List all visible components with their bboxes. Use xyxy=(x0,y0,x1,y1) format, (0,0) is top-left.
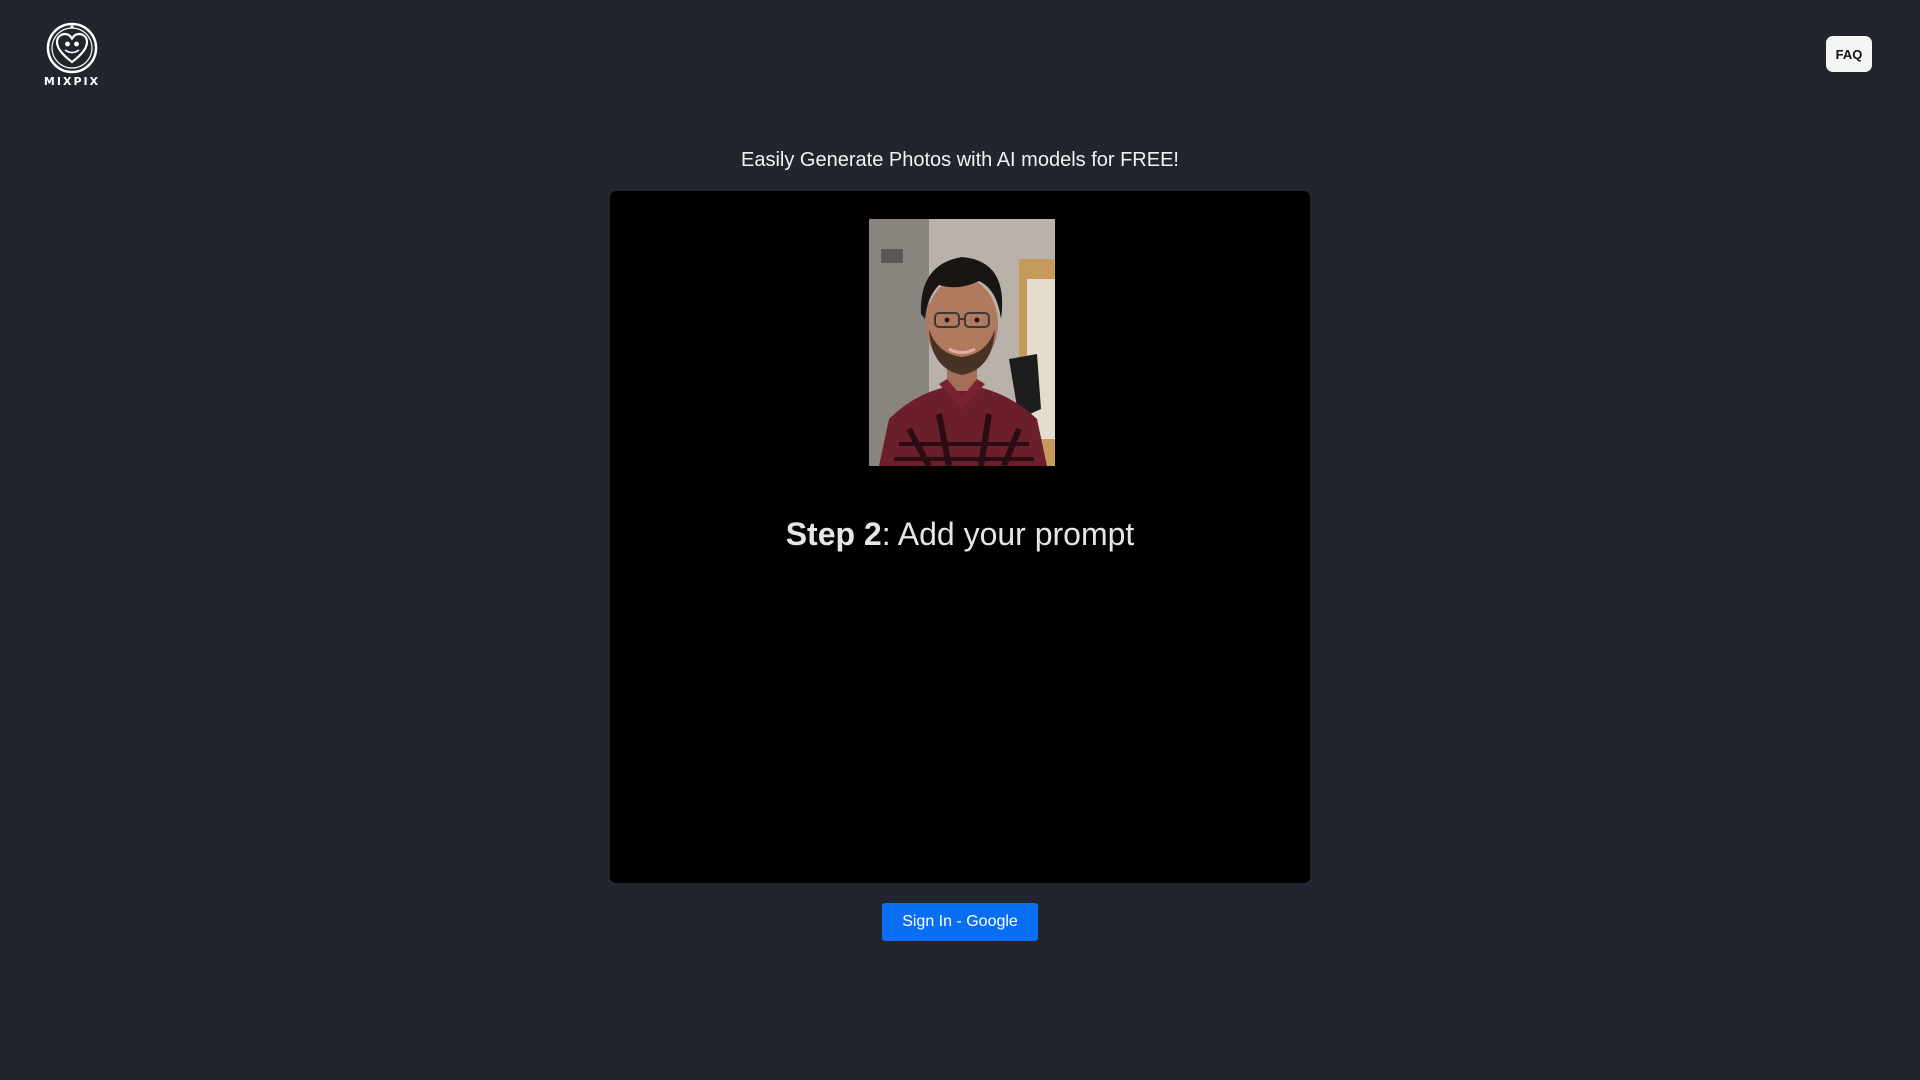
logo-text: MIXPIX xyxy=(43,75,101,88)
video-step-label: Step 2 xyxy=(785,516,882,552)
video-step-text: : Add your prompt xyxy=(881,516,1135,552)
page: MIXPIX FAQ Easily Generate Photos with A… xyxy=(0,0,1920,1080)
person-photo xyxy=(869,219,1055,466)
faq-button[interactable]: FAQ xyxy=(1826,36,1872,72)
heart-badge-icon xyxy=(46,22,98,74)
video-caption: Step 2: Add your prompt xyxy=(610,514,1310,554)
page-headline: Easily Generate Photos with AI models fo… xyxy=(741,149,1179,171)
demo-video[interactable]: Step 2: Add your prompt xyxy=(610,191,1310,883)
google-sign-in-button[interactable]: Sign In - Google xyxy=(882,903,1038,941)
logo[interactable]: MIXPIX xyxy=(43,22,101,88)
